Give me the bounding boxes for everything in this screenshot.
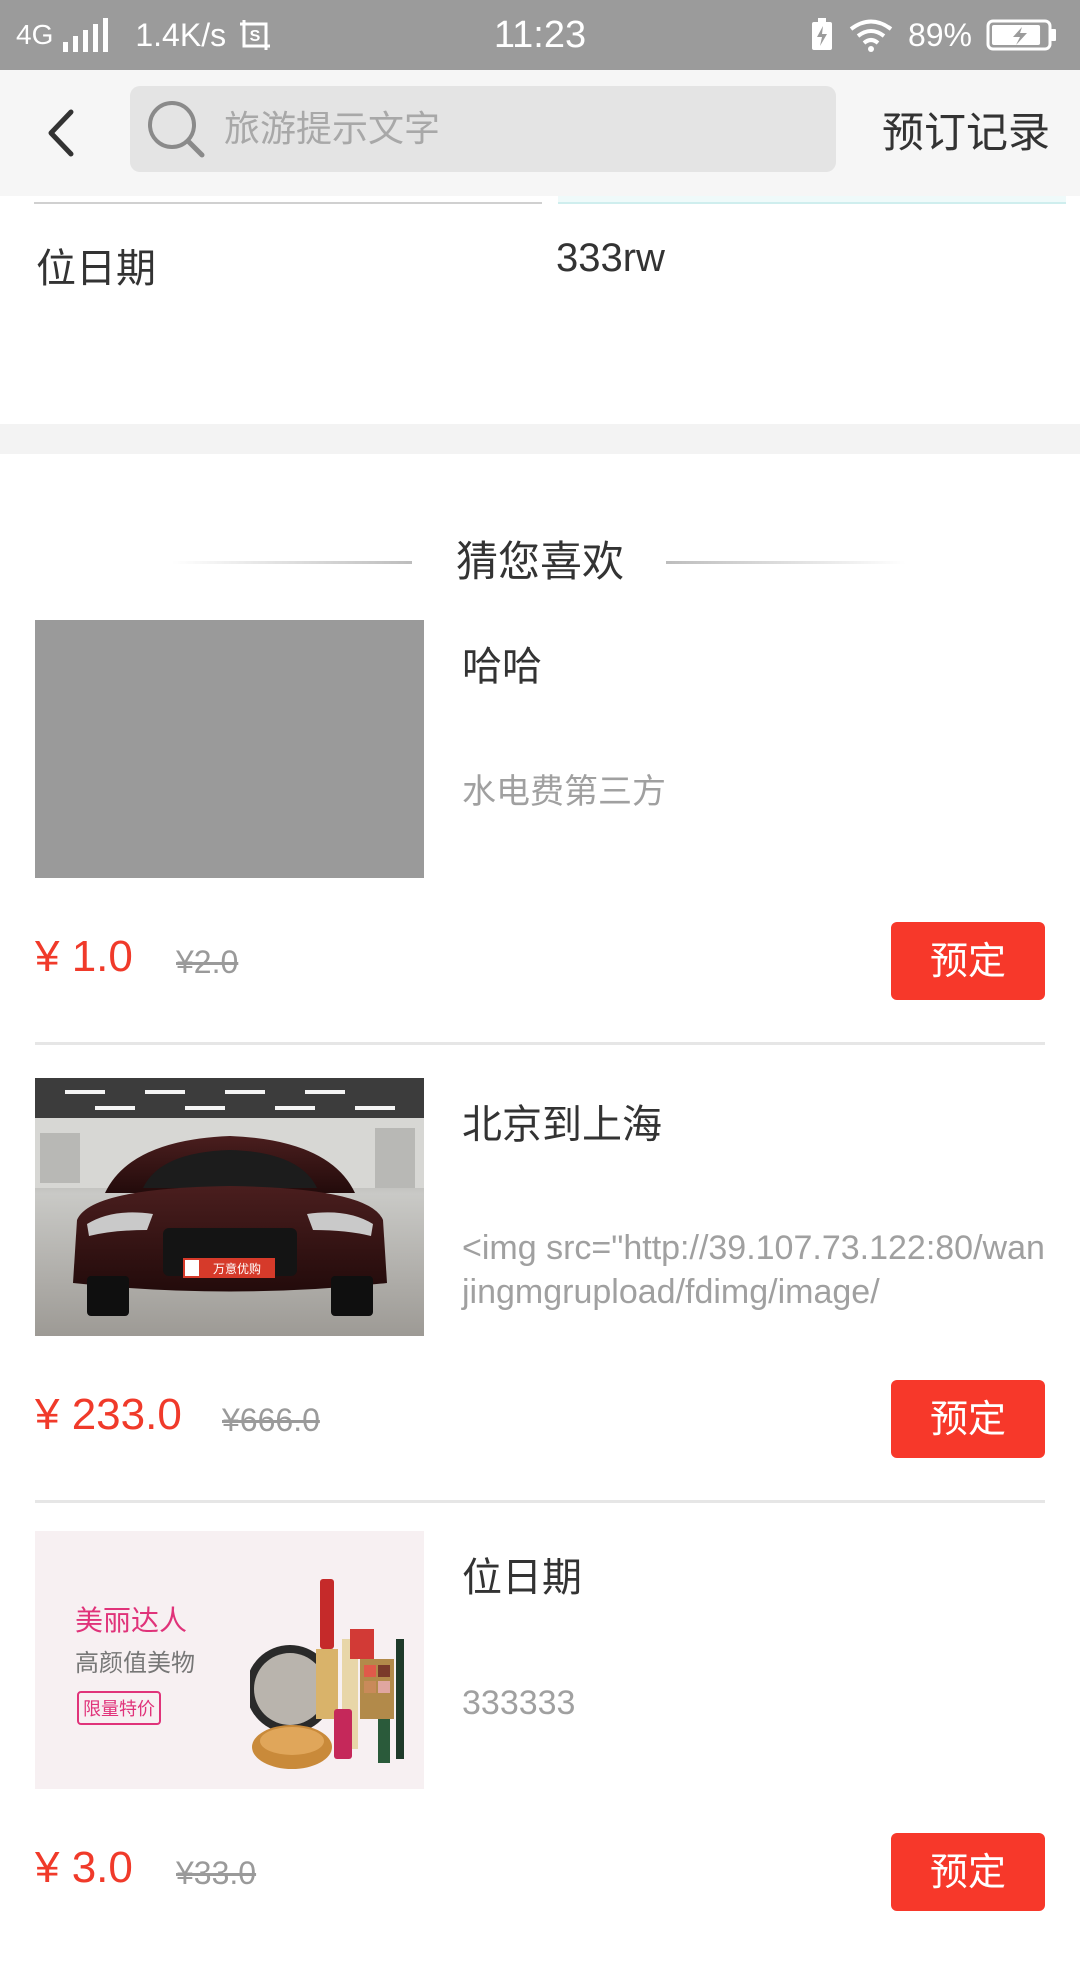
partial-card-left — [34, 196, 542, 204]
back-button[interactable] — [30, 97, 90, 169]
product-title: 哈哈 — [462, 644, 542, 690]
cosmetics-illustration — [250, 1579, 404, 1769]
product-original-price: ¥2.0 — [176, 944, 239, 980]
recommend-header: 猜您喜欢 — [0, 530, 1080, 594]
product-image[interactable]: 美丽达人 高颜值美物 限量特价 — [35, 1531, 424, 1789]
product-original-price: ¥666.0 — [222, 1402, 320, 1438]
product-title: 北京到上海 — [462, 1102, 662, 1148]
search-icon — [148, 101, 205, 158]
book-button[interactable]: 预定 — [891, 922, 1045, 1000]
book-button[interactable]: 预定 — [891, 1833, 1045, 1911]
product-description: 333333 — [462, 1684, 576, 1722]
product-image[interactable] — [35, 620, 424, 878]
charging-icon — [811, 18, 832, 50]
booking-records-link[interactable]: 预订记录 — [882, 70, 1050, 196]
product-card[interactable]: 美丽达人 高颜值美物 限量特价 位日期 333333 ¥ 3.0 ¥33.0 预… — [0, 1531, 1080, 1986]
chevron-left-icon — [48, 109, 74, 157]
product-image[interactable]: 万意优购 — [35, 1078, 424, 1336]
partial-card-right — [558, 196, 1066, 204]
wifi-icon — [849, 19, 893, 52]
product-divider — [35, 1500, 1045, 1503]
status-bar: 4G 1.4K/s S 11:23 89% — [0, 0, 1080, 70]
product-card[interactable]: 万意优购 北京到上海 <img src="http://39.107.73.12… — [0, 1078, 1080, 1533]
top-info-value: 333rw — [556, 236, 665, 280]
top-nav-bar: 预订记录 — [0, 70, 1080, 196]
promo-badge: 限量特价 — [77, 1691, 161, 1725]
battery-icon — [986, 19, 1056, 51]
promo-title: 美丽达人 — [75, 1604, 188, 1637]
search-input[interactable] — [222, 107, 806, 151]
top-info-name: 位日期 — [36, 246, 156, 292]
product-card[interactable]: 哈哈 水电费第三方 ¥ 1.0 ¥2.0 预定 — [0, 620, 1080, 1075]
car-plate-text: 万意优购 — [213, 1261, 261, 1276]
product-title: 位日期 — [462, 1555, 582, 1601]
battery-percent: 89% — [907, 16, 972, 53]
promo-subtitle: 高颜值美物 — [75, 1649, 195, 1677]
product-price: ¥ 3.0 — [35, 1843, 133, 1892]
section-separator — [0, 424, 1080, 454]
divider-right — [666, 561, 906, 564]
product-description: 水电费第三方 — [462, 773, 666, 811]
product-price: ¥ 233.0 — [35, 1390, 182, 1439]
product-original-price: ¥33.0 — [176, 1855, 257, 1891]
product-divider — [35, 1042, 1045, 1045]
car-photo: 万意优购 — [35, 1078, 424, 1336]
search-bar[interactable] — [130, 86, 836, 172]
product-description: <img src="http://39.107.73.122:80/wanjin… — [462, 1229, 1045, 1311]
recommend-title: 猜您喜欢 — [455, 537, 624, 586]
book-button[interactable]: 预定 — [891, 1380, 1045, 1458]
top-info-row: 位日期 333rw — [0, 236, 1080, 316]
status-right: 89% — [796, 0, 1058, 70]
partial-card-edges — [34, 196, 1066, 204]
product-price: ¥ 1.0 — [35, 932, 133, 981]
